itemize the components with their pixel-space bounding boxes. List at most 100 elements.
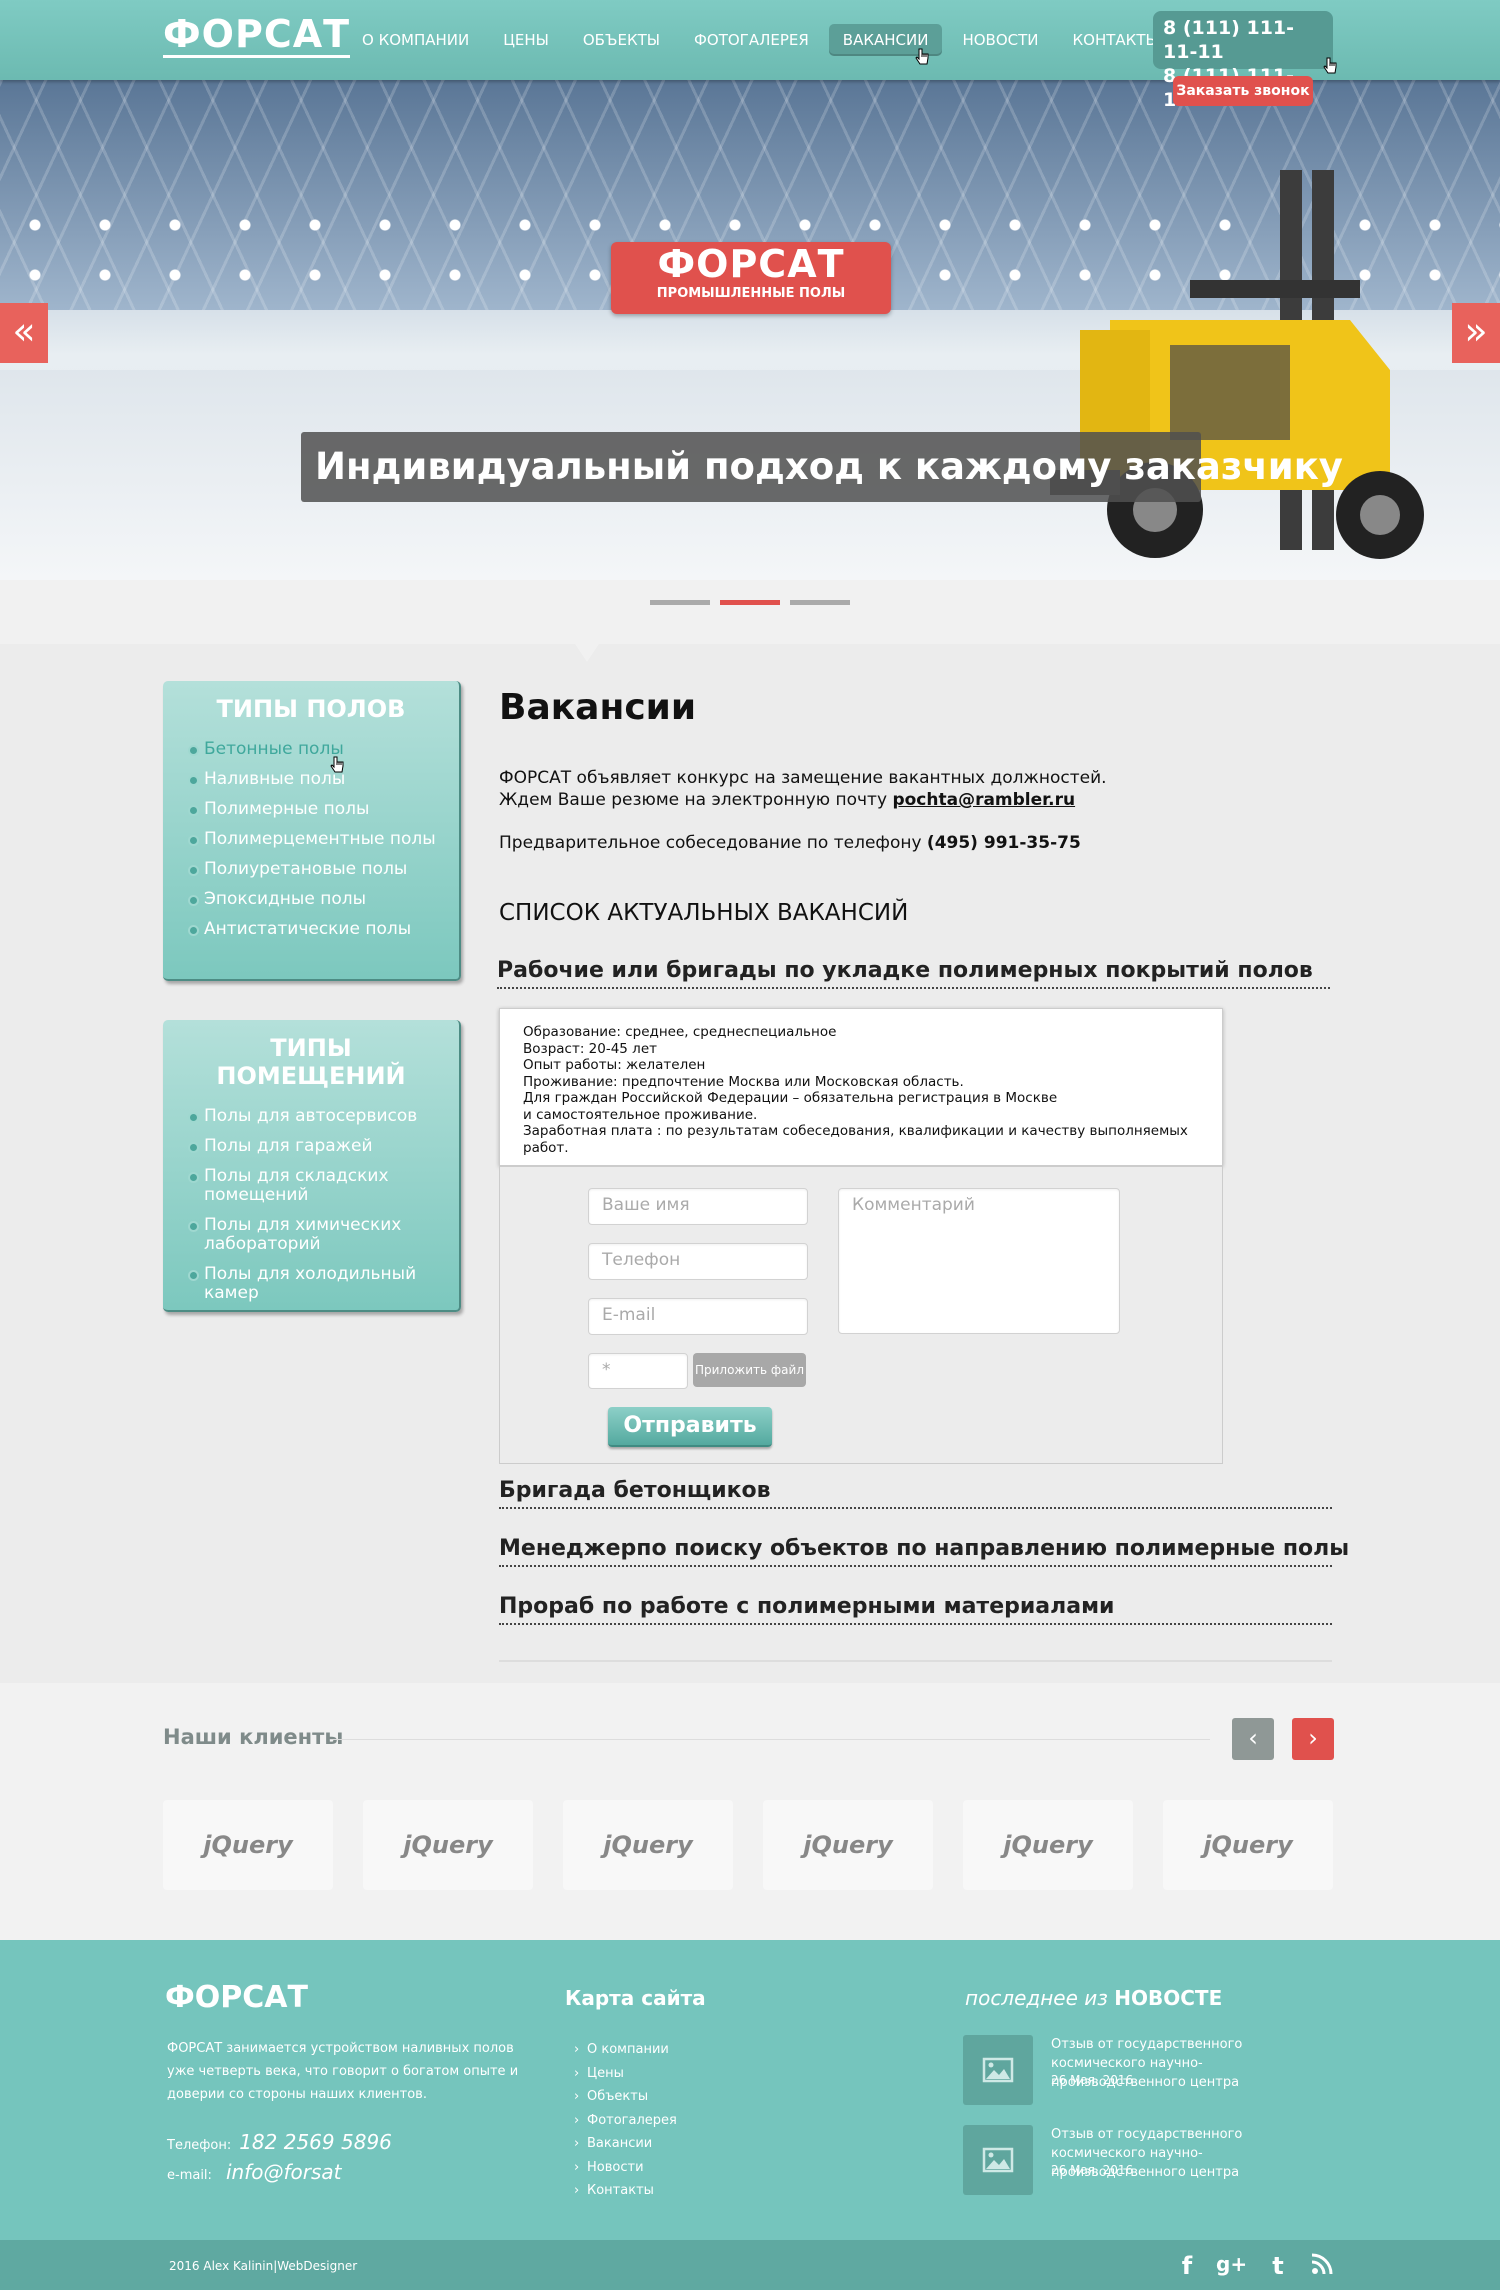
footer-email-value[interactable]: info@forsat <box>226 2160 342 2184</box>
footer-phone-value: 182 2569 5896 <box>239 2130 392 2154</box>
sidebar-item-warehouses[interactable]: Полы для складских помещений <box>181 1162 441 1211</box>
google-plus-icon[interactable]: g+ <box>1216 2252 1247 2280</box>
content-divider <box>499 1660 1332 1662</box>
facebook-icon[interactable]: f <box>1172 2252 1202 2280</box>
sidebar-item-epoxy[interactable]: Эпоксидные полы <box>181 885 441 915</box>
phone-input[interactable]: Телефон <box>588 1243 808 1280</box>
detail-line: Заработная плата : по результатам собесе… <box>523 1123 1188 1156</box>
detail-line: и самостоятельное проживание. <box>523 1106 758 1123</box>
clients-next-button[interactable]: › <box>1292 1718 1334 1760</box>
nav-objects[interactable]: ОБЪЕКТЫ <box>569 24 674 56</box>
nav-about[interactable]: О КОМПАНИИ <box>348 24 483 56</box>
chevron-left-icon: ‹ <box>1248 1724 1258 1752</box>
email-link[interactable]: pochta@rambler.ru <box>892 790 1075 810</box>
client-logo[interactable]: jQuery <box>363 1800 533 1890</box>
sitemap-link[interactable]: Цены <box>574 2062 677 2086</box>
slider-next-button[interactable]: » <box>1452 303 1500 363</box>
client-logo[interactable]: jQuery <box>1163 1800 1333 1890</box>
attach-file-button[interactable]: Приложить файл <box>693 1353 806 1387</box>
header-phones: 8 (111) 111-11-11 8 (111) 111-11-11 <box>1153 11 1333 111</box>
double-chevron-right-icon: » <box>1464 309 1488 353</box>
client-logo[interactable]: jQuery <box>763 1800 933 1890</box>
news-date: 26 Мая, 2016 <box>1051 2073 1134 2087</box>
sidebar-item-car-service[interactable]: Полы для автосервисов <box>181 1102 441 1132</box>
sitemap-title: Карта сайта <box>565 1986 706 2010</box>
sidebar-item-antistatic[interactable]: Антистатические полы <box>181 915 441 945</box>
clients-divider <box>330 1739 1210 1740</box>
footer-news-title-main: НОВОСТЕ <box>1114 1986 1223 2010</box>
slider-dot[interactable] <box>790 600 850 605</box>
vacancy-heading[interactable]: Менеджерпо поиску объектов по направлени… <box>499 1536 1349 1567</box>
captcha-input[interactable]: * <box>588 1353 688 1389</box>
sitemap-link[interactable]: Контакты <box>574 2179 677 2203</box>
detail-line: Опыт работы: желателен <box>523 1057 706 1073</box>
nav-gallery[interactable]: ФОТОГАЛЕРЕЯ <box>680 24 823 56</box>
footer-bottom-bar: 2016 Alex Kalinin|WebDesigner f g+ t <box>0 2240 1500 2290</box>
sitemap-link[interactable]: Новости <box>574 2156 677 2180</box>
room-types-list: Полы для автосервисов Полы для гаражей П… <box>181 1102 441 1309</box>
slider-dot[interactable] <box>650 600 710 605</box>
sitemap-link[interactable]: Фотогалерея <box>574 2109 677 2133</box>
detail-line: Для граждан Российской Федерации – обяза… <box>523 1090 1058 1106</box>
sidebar-item-polymer-cement[interactable]: Полимерцементные полы <box>181 825 441 855</box>
sidebar-item-concrete[interactable]: Бетонные полы <box>181 735 441 765</box>
slide-brand-subtitle: ПРОМЫШЛЕННЫЕ ПОЛЫ <box>656 286 846 301</box>
sidebar-item-labs[interactable]: Полы для химических лабораторий <box>181 1211 441 1260</box>
interview-phone: (495) 991-35-75 <box>926 833 1081 853</box>
news-item[interactable]: Отзыв от государственного космического н… <box>963 2125 1323 2195</box>
room-types-box: ТИПЫ ПОМЕЩЕНИЙ Полы для автосервисов Пол… <box>163 1020 461 1312</box>
slider-prev-button[interactable]: « <box>0 303 48 363</box>
email-input[interactable]: E-mail <box>588 1298 808 1335</box>
main-nav: О КОМПАНИИ ЦЕНЫ ОБЪЕКТЫ ФОТОГАЛЕРЕЯ ВАКА… <box>348 24 1173 56</box>
sidebar-item-self-leveling[interactable]: Наливные полы <box>181 765 441 795</box>
detail-line: Возраст: 20-45 лет <box>523 1040 657 1057</box>
image-placeholder-icon <box>963 2125 1033 2195</box>
sidebar-item-garages[interactable]: Полы для гаражей <box>181 1132 441 1162</box>
client-logo[interactable]: jQuery <box>563 1800 733 1890</box>
detail-line: Образование: среднее, среднеспециальное <box>523 1024 837 1040</box>
rss-icon[interactable] <box>1307 2252 1337 2280</box>
clients-section: Наши клиенты ‹ › jQuery jQuery jQuery jQ… <box>0 1683 1500 1940</box>
intro-email-label: Ждем Ваше резюме на электронную почту <box>499 790 893 810</box>
comment-textarea[interactable]: Комментарий <box>838 1188 1120 1334</box>
footer-email: e-mail: info@forsat <box>167 2160 341 2184</box>
nav-news[interactable]: НОВОСТИ <box>948 24 1052 56</box>
sidebar-item-cold-rooms[interactable]: Полы для холодильный камер <box>181 1260 441 1309</box>
sitemap-link[interactable]: Объекты <box>574 2085 677 2109</box>
sidebar-item-polymer[interactable]: Полимерные полы <box>181 795 441 825</box>
request-call-button[interactable]: Заказать звонок <box>1173 76 1313 106</box>
site-footer: ФОРСАТ ФОРСАТ занимается устройством нал… <box>0 1940 1500 2240</box>
twitter-icon[interactable]: t <box>1263 2252 1293 2280</box>
site-header: ФОРСАТ О КОМПАНИИ ЦЕНЫ ОБЪЕКТЫ ФОТОГАЛЕР… <box>0 0 1500 111</box>
floor-types-box: ТИПЫ ПОЛОВ Бетонные полы Наливные полы П… <box>163 681 461 981</box>
double-chevron-left-icon: « <box>12 309 36 353</box>
intro-text: ФОРСАТ объявляет конкурс на замещение ва… <box>499 768 1107 788</box>
client-logo[interactable]: jQuery <box>963 1800 1133 1890</box>
submit-button[interactable]: Отправить <box>608 1407 772 1447</box>
sidebar-item-polyurethane[interactable]: Полиуретановые полы <box>181 855 441 885</box>
news-item[interactable]: Отзыв от государственного космического н… <box>963 2035 1323 2105</box>
room-types-title: ТИПЫ ПОМЕЩЕНИЙ <box>216 1034 406 1090</box>
footer-email-label: e-mail: <box>167 2168 212 2183</box>
vacancy-list-title: СПИСОК АКТУАЛЬНЫХ ВАКАНСИЙ <box>499 900 909 926</box>
nav-prices[interactable]: ЦЕНЫ <box>489 24 563 56</box>
clients-prev-button[interactable]: ‹ <box>1232 1718 1274 1760</box>
page-title: Вакансии <box>499 687 697 728</box>
sitemap-link[interactable]: О компании <box>574 2038 677 2062</box>
slider-pager-band <box>0 580 1500 644</box>
slide-caption: Индивидуальный подход к каждому заказчик… <box>301 432 1343 502</box>
sitemap-list: О компании Цены Объекты Фотогалерея Вака… <box>574 2038 677 2203</box>
intro-email-line: Ждем Ваше резюме на электронную почту po… <box>499 790 1075 811</box>
vacancy-heading[interactable]: Прораб по работе с полимерными материала… <box>499 1594 1332 1625</box>
vacancy-heading[interactable]: Бригада бетонщиков <box>499 1478 1332 1509</box>
client-logo[interactable]: jQuery <box>163 1800 333 1890</box>
name-input[interactable]: Ваше имя <box>588 1188 808 1225</box>
slide-brand-title: ФОРСАТ <box>657 242 845 286</box>
sitemap-link[interactable]: Вакансии <box>574 2132 677 2156</box>
footer-logo: ФОРСАТ <box>165 1980 308 2015</box>
vacancy-heading[interactable]: Рабочие или бригады по укладке полимерны… <box>497 958 1330 989</box>
footer-news-title: последнее из НОВОСТЕ <box>965 1986 1222 2010</box>
slider-dot-active[interactable] <box>720 600 780 605</box>
footer-about: ФОРСАТ занимается устройством наливных п… <box>167 2041 519 2102</box>
site-logo[interactable]: ФОРСАТ <box>163 14 351 58</box>
